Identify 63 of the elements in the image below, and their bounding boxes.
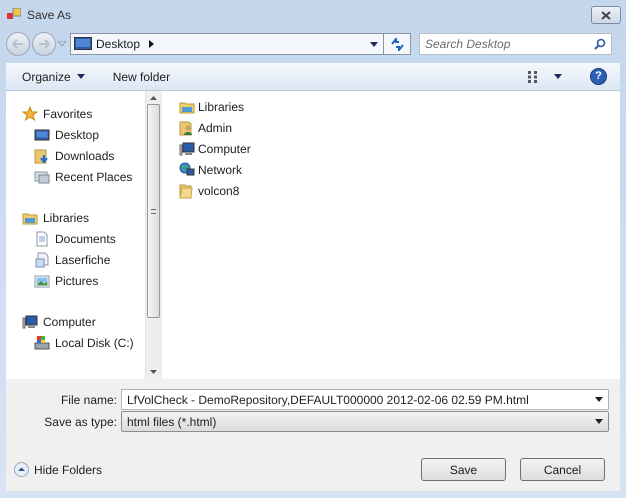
dialog-button[interactable]: Save: [421, 458, 506, 481]
nav-item[interactable]: Laserfiche: [55, 250, 110, 268]
nav-group[interactable]: Libraries: [43, 208, 90, 226]
dropdown-caret-icon[interactable]: [370, 42, 378, 46]
hard-drive-icon: [34, 334, 50, 350]
search-field[interactable]: Search Desktop: [419, 33, 612, 55]
search-icon: [594, 38, 606, 50]
help-button[interactable]: ?: [590, 68, 607, 85]
dropdown-caret-icon: [595, 419, 603, 424]
picture-icon: [34, 272, 50, 288]
new-folder-button[interactable]: New folder: [112, 68, 170, 86]
scroll-down-icon: [150, 370, 157, 374]
breadcrumb-arrow-icon[interactable]: [149, 40, 154, 48]
collapse-icon[interactable]: [14, 462, 29, 477]
scroll-thumb[interactable]: [147, 104, 160, 318]
file-item[interactable]: Network: [198, 161, 242, 179]
left-arrow-icon: [12, 39, 24, 49]
app-icon: [7, 8, 21, 22]
hide-folders-button[interactable]: Hide Folders: [34, 460, 102, 478]
dropdown-caret-icon[interactable]: [595, 397, 603, 402]
breadcrumb[interactable]: Desktop: [96, 35, 140, 53]
scroll-up-icon: [150, 96, 157, 100]
file-item[interactable]: Computer: [198, 140, 251, 158]
nav-item[interactable]: Desktop: [55, 126, 100, 144]
desktop-icon: [34, 126, 50, 142]
organize-menu[interactable]: Organize: [22, 68, 85, 86]
folder-download-icon: [34, 148, 50, 164]
nav-item[interactable]: Pictures: [55, 272, 98, 290]
nav-item[interactable]: Recent Places: [55, 168, 132, 186]
nav-item[interactable]: Local Disk (C:): [55, 334, 134, 352]
scrollbar[interactable]: [145, 91, 161, 379]
file-name-field[interactable]: LfVolCheck - DemoRepository,DEFAULT000000 2012-02-06 02.59 PM.html: [121, 389, 609, 410]
file-name-label: File name:: [60, 392, 118, 408]
save-type-label: Save as type:: [43, 414, 118, 430]
desktop-icon: [74, 37, 92, 51]
nav-item[interactable]: Documents: [55, 230, 116, 248]
close-icon: [601, 10, 611, 20]
file-item[interactable]: Admin: [198, 119, 232, 137]
recent-places-icon: [34, 168, 50, 184]
dialog-button[interactable]: Cancel: [520, 458, 605, 481]
save-type-value: html files (*.html): [127, 414, 218, 430]
file-item[interactable]: Libraries: [198, 98, 244, 116]
nav-group[interactable]: Computer: [43, 312, 96, 330]
nav-item[interactable]: Downloads: [55, 146, 114, 164]
nav-group[interactable]: Favorites: [43, 104, 92, 122]
view-caret-icon[interactable]: [554, 74, 562, 79]
close-button[interactable]: [591, 6, 621, 24]
address-bar[interactable]: Desktop: [70, 33, 411, 55]
window-title: Save As: [27, 7, 72, 24]
star-icon: [22, 106, 38, 122]
computer-icon: [22, 314, 38, 330]
user-folder-icon: [179, 120, 195, 136]
document-icon: [34, 230, 50, 246]
network-icon: [179, 162, 195, 178]
view-options-icon[interactable]: [528, 70, 540, 82]
document-icon: [34, 252, 50, 268]
refresh-icon[interactable]: [390, 38, 404, 50]
caret-icon: [76, 74, 85, 79]
save-type-dropdown[interactable]: html files (*.html): [121, 411, 609, 432]
folder-icon: [179, 183, 195, 199]
computer-icon: [179, 141, 195, 157]
file-item[interactable]: volcon8: [198, 182, 240, 200]
right-arrow-icon: [38, 39, 50, 49]
